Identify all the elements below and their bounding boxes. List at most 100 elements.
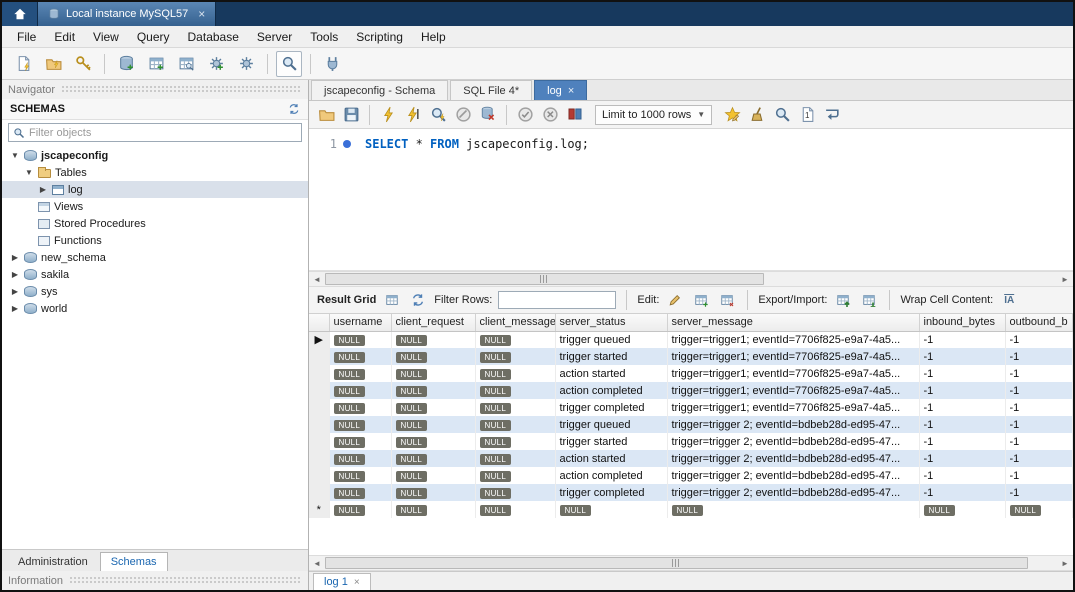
scroll-left-arrow[interactable]: ◄ <box>309 556 325 570</box>
grid-cell[interactable]: NULL <box>329 382 391 399</box>
row-selector[interactable]: ▶ <box>309 331 329 348</box>
grid-cell[interactable]: NULL <box>1005 501 1073 518</box>
grid-cell[interactable]: NULL <box>329 331 391 348</box>
scroll-left-arrow[interactable]: ◄ <box>309 272 325 286</box>
row-selector[interactable] <box>309 365 329 382</box>
collapsed-arrow-icon[interactable]: ▶ <box>10 304 20 313</box>
grid-cell[interactable]: -1 <box>1005 331 1073 348</box>
grid-cell[interactable]: NULL <box>391 331 475 348</box>
tab-close-icon[interactable]: × <box>568 85 574 97</box>
column-header-username[interactable]: username <box>329 314 391 331</box>
tab-sql-file-4[interactable]: SQL File 4* <box>450 80 532 100</box>
column-header-server_message[interactable]: server_message <box>667 314 919 331</box>
grid-cell[interactable]: NULL <box>329 399 391 416</box>
grid-cell[interactable]: NULL <box>391 501 475 518</box>
grid-cell[interactable]: -1 <box>919 416 1005 433</box>
grid-cell[interactable]: NULL <box>391 382 475 399</box>
grid-cell[interactable]: NULL <box>391 348 475 365</box>
clean-editor-icon[interactable] <box>746 104 768 126</box>
expanded-arrow-icon[interactable]: ▼ <box>24 168 34 177</box>
sql-editor[interactable]: 1 SELECT * FROM jscapeconfig.log; <box>309 129 1073 271</box>
grid-cell[interactable]: NULL <box>475 501 555 518</box>
grid-cell[interactable]: trigger=trigger1; eventId=7706f825-e9a7-… <box>667 348 919 365</box>
scrollbar-track[interactable] <box>325 272 1057 286</box>
result-tab-log1[interactable]: log 1 × <box>313 573 371 590</box>
column-header-inbound_bytes[interactable]: inbound_bytes <box>919 314 1005 331</box>
create-table-icon[interactable] <box>143 51 169 77</box>
grid-cell[interactable]: NULL <box>329 365 391 382</box>
grid-cell[interactable]: NULL <box>555 501 667 518</box>
filter-rows-input[interactable] <box>498 291 616 309</box>
tab-administration[interactable]: Administration <box>8 553 98 571</box>
menu-tools[interactable]: Tools <box>301 27 347 47</box>
grid-cell[interactable]: -1 <box>1005 467 1073 484</box>
result-grid-icon[interactable] <box>382 290 402 310</box>
grid-cell[interactable]: action started <box>555 450 667 467</box>
tree-item-jscapeconfig[interactable]: ▼jscapeconfig <box>2 147 308 164</box>
column-header-outbound_b[interactable]: outbound_b <box>1005 314 1073 331</box>
stop-icon[interactable] <box>452 104 474 126</box>
grid-cell[interactable]: -1 <box>1005 382 1073 399</box>
scroll-right-arrow[interactable]: ► <box>1057 556 1073 570</box>
tree-item-sakila[interactable]: ▶sakila <box>2 266 308 283</box>
menu-query[interactable]: Query <box>128 27 179 47</box>
grid-cell[interactable]: trigger=trigger1; eventId=7706f825-e9a7-… <box>667 382 919 399</box>
row-selector[interactable]: * <box>309 501 329 518</box>
grid-cell[interactable]: -1 <box>1005 348 1073 365</box>
refresh-schemas-icon[interactable] <box>288 103 300 115</box>
grid-cell[interactable]: NULL <box>329 433 391 450</box>
grid-cell[interactable]: action completed <box>555 382 667 399</box>
wrap-cell-content-icon[interactable]: IA <box>999 290 1019 310</box>
insert-row-icon[interactable] <box>691 290 711 310</box>
grid-cell[interactable]: -1 <box>919 433 1005 450</box>
grid-cell[interactable]: NULL <box>329 467 391 484</box>
grid-cell[interactable]: -1 <box>919 450 1005 467</box>
collapsed-arrow-icon[interactable]: ▶ <box>38 185 48 194</box>
grid-cell[interactable]: -1 <box>919 399 1005 416</box>
rollback-icon[interactable] <box>539 104 561 126</box>
new-query-tab-icon[interactable] <box>10 51 36 77</box>
table-row[interactable]: NULLNULLNULLtrigger startedtrigger=trigg… <box>309 433 1073 450</box>
tree-item-tables[interactable]: ▼Tables <box>2 164 308 181</box>
limit-rows-dropdown[interactable]: Limit to 1000 rows ▼ <box>595 105 712 125</box>
grid-cell[interactable]: NULL <box>475 365 555 382</box>
grid-cell[interactable]: trigger=trigger 2; eventId=bdbeb28d-ed95… <box>667 484 919 501</box>
scroll-right-arrow[interactable]: ► <box>1057 272 1073 286</box>
tree-item-stored-procedures[interactable]: Stored Procedures <box>2 215 308 232</box>
grid-cell[interactable]: NULL <box>475 416 555 433</box>
table-row[interactable]: *NULLNULLNULLNULLNULLNULLNULL <box>309 501 1073 518</box>
tab-log[interactable]: log × <box>534 80 587 100</box>
toggle-autocommit-icon[interactable] <box>564 104 586 126</box>
wrap-text-icon[interactable] <box>821 104 843 126</box>
row-selector[interactable] <box>309 399 329 416</box>
table-row[interactable]: NULLNULLNULLtrigger completedtrigger=tri… <box>309 399 1073 416</box>
table-row[interactable]: ▶NULLNULLNULLtrigger queuedtrigger=trigg… <box>309 331 1073 348</box>
grid-cell[interactable]: NULL <box>475 348 555 365</box>
tab-schema[interactable]: jscapeconfig - Schema <box>311 80 448 100</box>
table-row[interactable]: NULLNULLNULLaction completedtrigger=trig… <box>309 382 1073 399</box>
grid-cell[interactable]: -1 <box>1005 416 1073 433</box>
tree-item-sys[interactable]: ▶sys <box>2 283 308 300</box>
inspector-icon[interactable] <box>70 51 96 77</box>
grid-cell[interactable]: -1 <box>1005 365 1073 382</box>
row-selector[interactable] <box>309 416 329 433</box>
grid-cell[interactable]: trigger=trigger 2; eventId=bdbeb28d-ed95… <box>667 416 919 433</box>
execute-icon[interactable] <box>377 104 399 126</box>
scrollbar-thumb[interactable] <box>325 273 764 285</box>
menu-server[interactable]: Server <box>248 27 301 47</box>
save-icon[interactable] <box>340 104 362 126</box>
grid-cell[interactable]: trigger=trigger1; eventId=7706f825-e9a7-… <box>667 399 919 416</box>
grid-cell[interactable]: -1 <box>1005 399 1073 416</box>
grid-cell[interactable]: trigger started <box>555 433 667 450</box>
find-icon[interactable] <box>771 104 793 126</box>
grid-cell[interactable]: NULL <box>475 484 555 501</box>
expanded-arrow-icon[interactable]: ▼ <box>10 151 20 160</box>
menu-database[interactable]: Database <box>179 27 248 47</box>
grid-cell[interactable]: NULL <box>329 484 391 501</box>
grid-cell[interactable]: NULL <box>329 501 391 518</box>
result-tab-close-icon[interactable]: × <box>354 577 360 588</box>
grid-cell[interactable]: -1 <box>1005 450 1073 467</box>
grid-cell[interactable]: -1 <box>1005 433 1073 450</box>
grid-cell[interactable]: -1 <box>1005 484 1073 501</box>
refresh-results-icon[interactable] <box>408 290 428 310</box>
